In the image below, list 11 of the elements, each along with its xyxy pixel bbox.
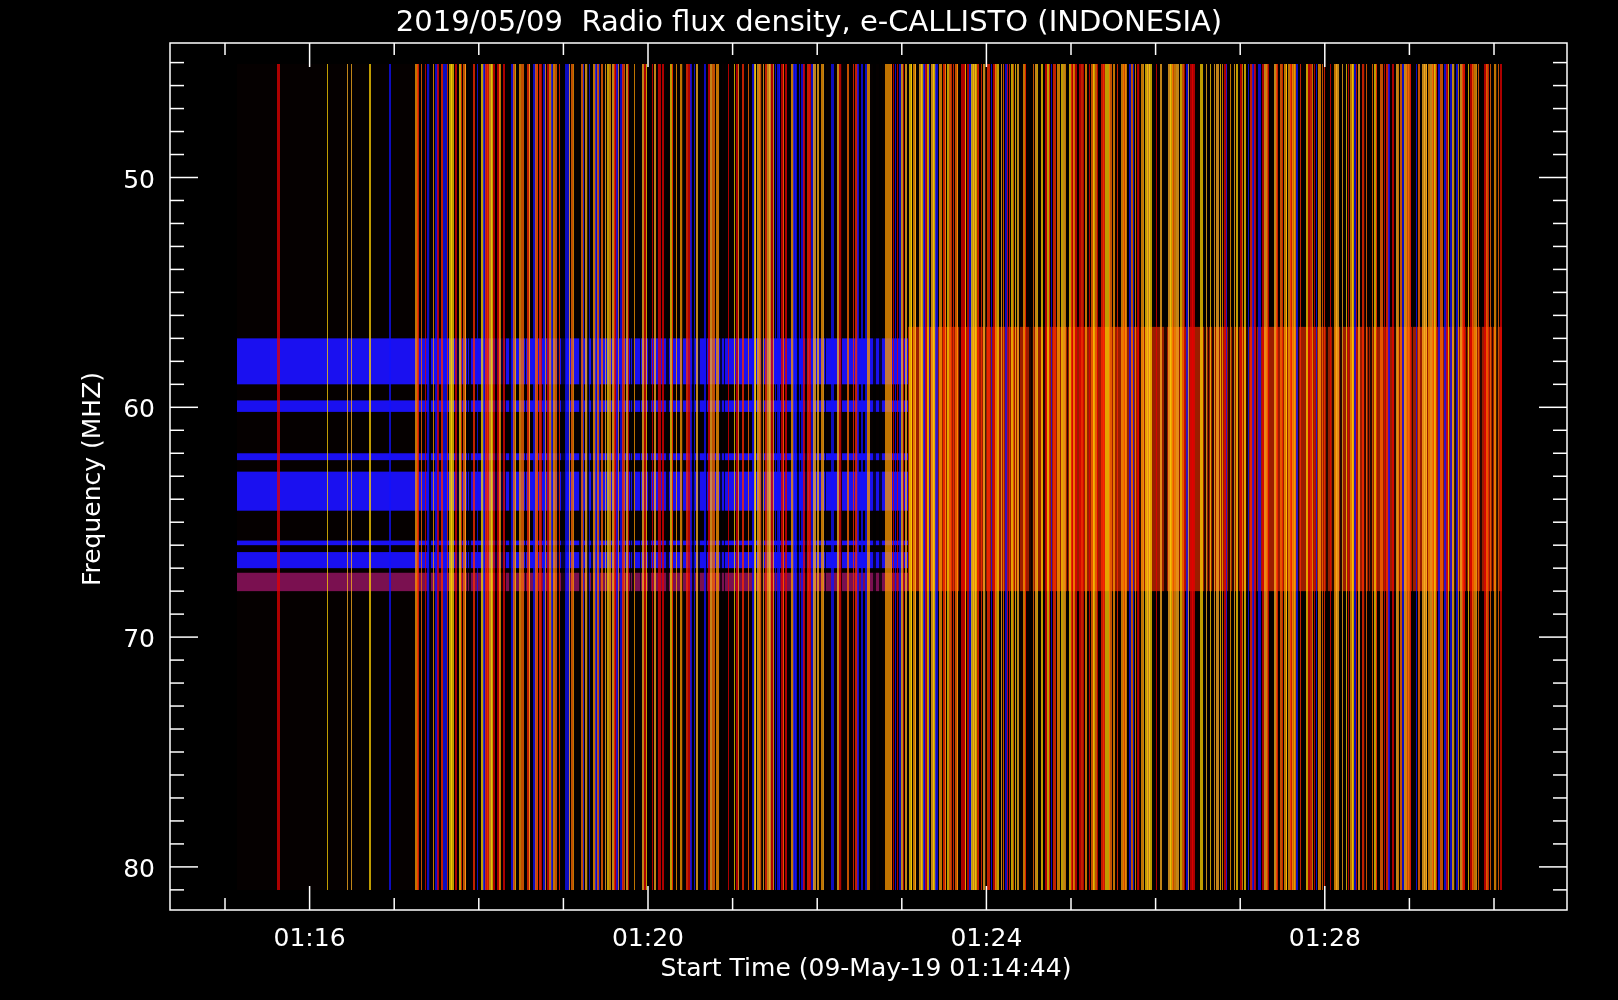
x-tick-label: 01:28 — [1288, 923, 1361, 952]
plot-title: 2019/05/09 Radio flux density, e-CALLISTO (INDONESIA) — [395, 4, 1223, 38]
y-tick-label: 80 — [123, 853, 155, 883]
x-tick-label: 01:20 — [612, 923, 684, 952]
x-tick-label: 01:16 — [273, 923, 346, 952]
y-tick-label: 60 — [123, 394, 155, 424]
x-axis-label: Start Time (09-May-19 01:14:44) — [660, 953, 1072, 982]
x-tick-label: 01:24 — [950, 923, 1023, 952]
y-tick-label: 50 — [123, 164, 155, 194]
y-axis-label: Frequency (MHZ) — [77, 371, 106, 587]
y-tick-label: 70 — [123, 624, 155, 654]
